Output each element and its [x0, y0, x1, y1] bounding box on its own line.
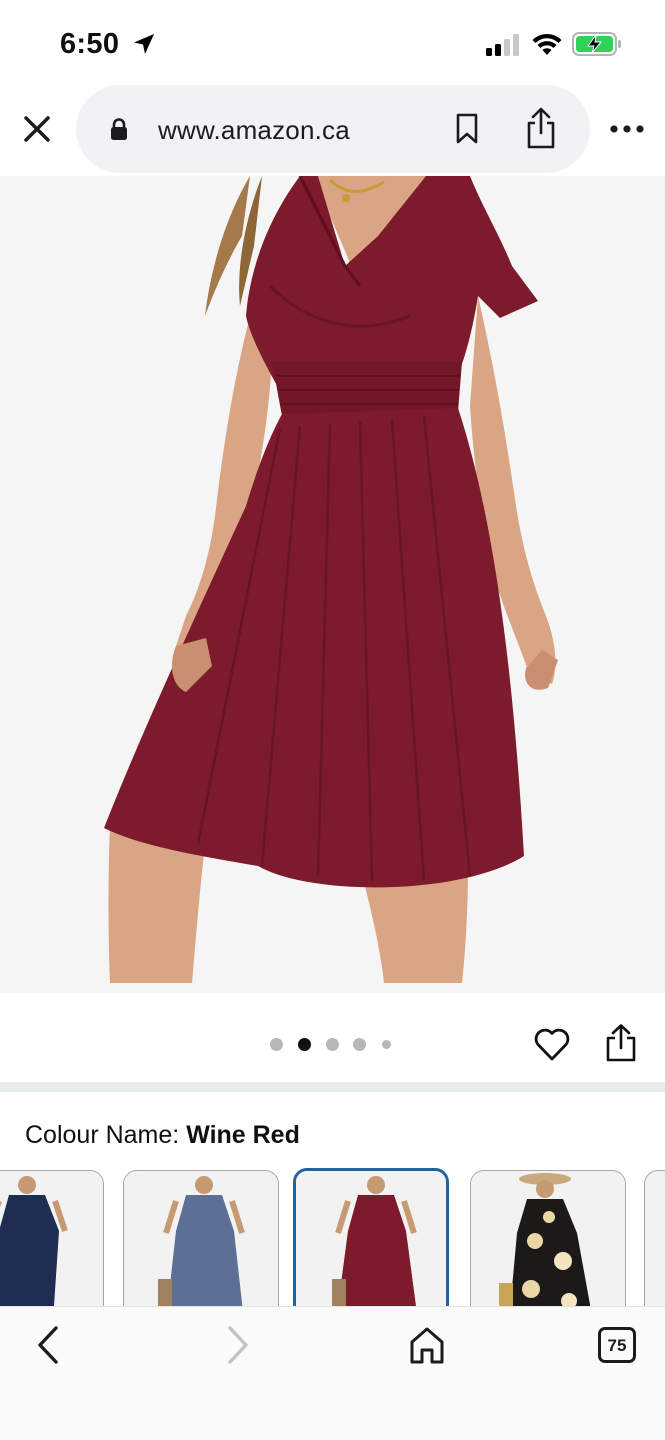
tabs-icon[interactable]: 75 — [598, 1327, 636, 1363]
close-icon[interactable] — [20, 112, 54, 146]
bookmark-icon[interactable] — [454, 113, 480, 145]
tab-count: 75 — [607, 1336, 627, 1355]
home-icon[interactable] — [408, 1325, 446, 1365]
address-bar[interactable]: www.amazon.ca — [76, 85, 590, 173]
browser-toolbar: www.amazon.ca — [0, 84, 665, 176]
browser-bottom-bar: 75 — [0, 1306, 665, 1440]
swatch-next[interactable] — [644, 1170, 665, 1308]
heart-icon[interactable] — [533, 1026, 571, 1062]
url-text: www.amazon.ca — [158, 115, 350, 145]
wifi-icon — [532, 33, 562, 55]
carousel-dot[interactable] — [270, 1038, 283, 1051]
selected-colour: Wine Red — [186, 1121, 300, 1149]
swatch-navy-blue[interactable] — [0, 1170, 104, 1308]
carousel-dot-active[interactable] — [298, 1038, 311, 1051]
product-image[interactable] — [0, 176, 665, 993]
share-icon[interactable] — [524, 107, 558, 149]
carousel-dot[interactable] — [326, 1038, 339, 1051]
swatch-wine-red[interactable] — [293, 1168, 449, 1308]
share-icon[interactable] — [604, 1024, 638, 1062]
image-carousel-controls — [0, 994, 665, 1082]
carousel-dot[interactable] — [353, 1038, 366, 1051]
status-bar: 6:50 — [0, 0, 665, 88]
colour-name-label: Colour Name: Wine Red — [25, 1121, 300, 1150]
swatch-image — [0, 1171, 103, 1308]
swatch-image — [296, 1171, 446, 1308]
swatch-image — [471, 1171, 625, 1308]
signal-icon — [486, 34, 519, 56]
colour-swatches — [0, 1168, 665, 1308]
product-photo — [0, 176, 665, 993]
colour-label-prefix: Colour Name: — [25, 1121, 180, 1149]
back-icon[interactable] — [34, 1325, 64, 1365]
swatch-black-floral[interactable] — [470, 1170, 626, 1308]
forward-icon[interactable] — [222, 1325, 252, 1365]
swatch-image — [124, 1171, 278, 1308]
battery-charging-icon — [572, 32, 621, 56]
lock-icon — [111, 118, 127, 140]
carousel-dot[interactable] — [382, 1040, 391, 1049]
location-arrow-icon — [134, 34, 154, 54]
section-divider — [0, 1082, 665, 1092]
status-time: 6:50 — [60, 28, 120, 60]
swatch-blue-grey[interactable] — [123, 1170, 279, 1308]
more-icon[interactable] — [610, 124, 644, 134]
